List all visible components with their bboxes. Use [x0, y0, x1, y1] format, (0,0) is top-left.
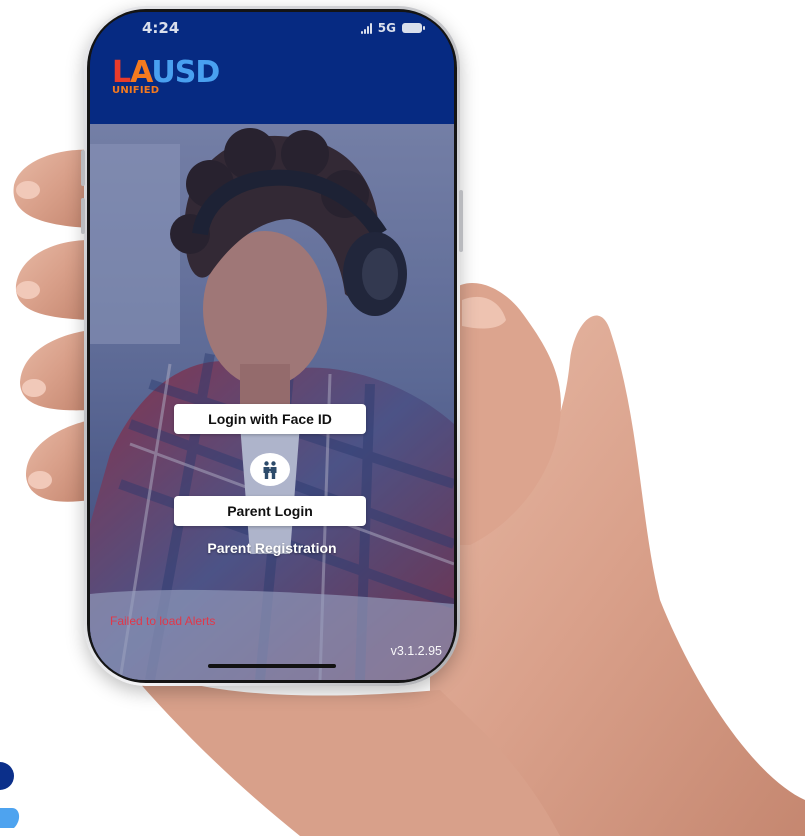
- student-photo-background: [90, 124, 454, 680]
- volume-up-button: [81, 150, 85, 186]
- app-header: 4:24 5G LAUSD UNIFIED: [90, 12, 454, 124]
- app-version: v3.1.2.95: [390, 644, 442, 658]
- logo-wordmark: LAUSD: [112, 55, 220, 90]
- battery-icon: [402, 23, 425, 33]
- signal-bars-icon: [360, 22, 372, 34]
- parent-child-icon: [263, 460, 277, 479]
- phone-screen: 4:24 5G LAUSD UNIFIED Login with Face ID…: [90, 12, 454, 680]
- network-type: 5G: [377, 21, 396, 35]
- parent-icon-button[interactable]: [250, 453, 290, 486]
- status-indicators: 5G: [360, 21, 425, 35]
- status-time: 4:24: [142, 19, 180, 37]
- parent-registration-link[interactable]: Parent Registration: [90, 540, 454, 556]
- home-indicator[interactable]: [208, 664, 336, 668]
- volume-down-button: [81, 198, 85, 234]
- login-face-id-button[interactable]: Login with Face ID: [174, 404, 366, 434]
- power-button: [459, 190, 463, 252]
- lausd-logo: LAUSD UNIFIED: [112, 55, 220, 97]
- parent-login-button[interactable]: Parent Login: [174, 496, 366, 526]
- alerts-error-message: Failed to load Alerts: [110, 614, 216, 628]
- logo-letters-usd: USD: [151, 55, 220, 90]
- status-bar: 4:24 5G: [90, 12, 454, 46]
